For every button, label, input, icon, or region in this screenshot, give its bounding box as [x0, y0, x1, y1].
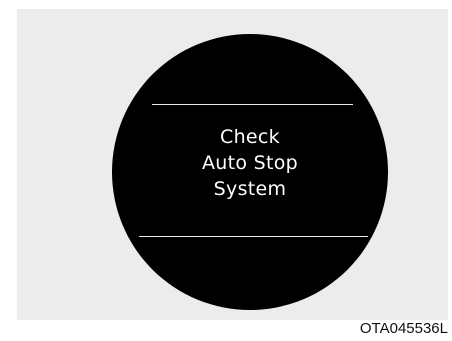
bottom-divider [139, 236, 368, 237]
warning-message: Check Auto Stop System [112, 124, 388, 202]
figure-panel: Check Auto Stop System [17, 9, 448, 320]
message-line-system: System [213, 178, 287, 200]
cluster-display: Check Auto Stop System [112, 34, 388, 310]
figure-code: OTA045536L [359, 320, 448, 337]
message-line-check: Check [220, 126, 280, 148]
top-divider [152, 104, 353, 105]
message-line-auto-stop: Auto Stop [201, 152, 299, 174]
